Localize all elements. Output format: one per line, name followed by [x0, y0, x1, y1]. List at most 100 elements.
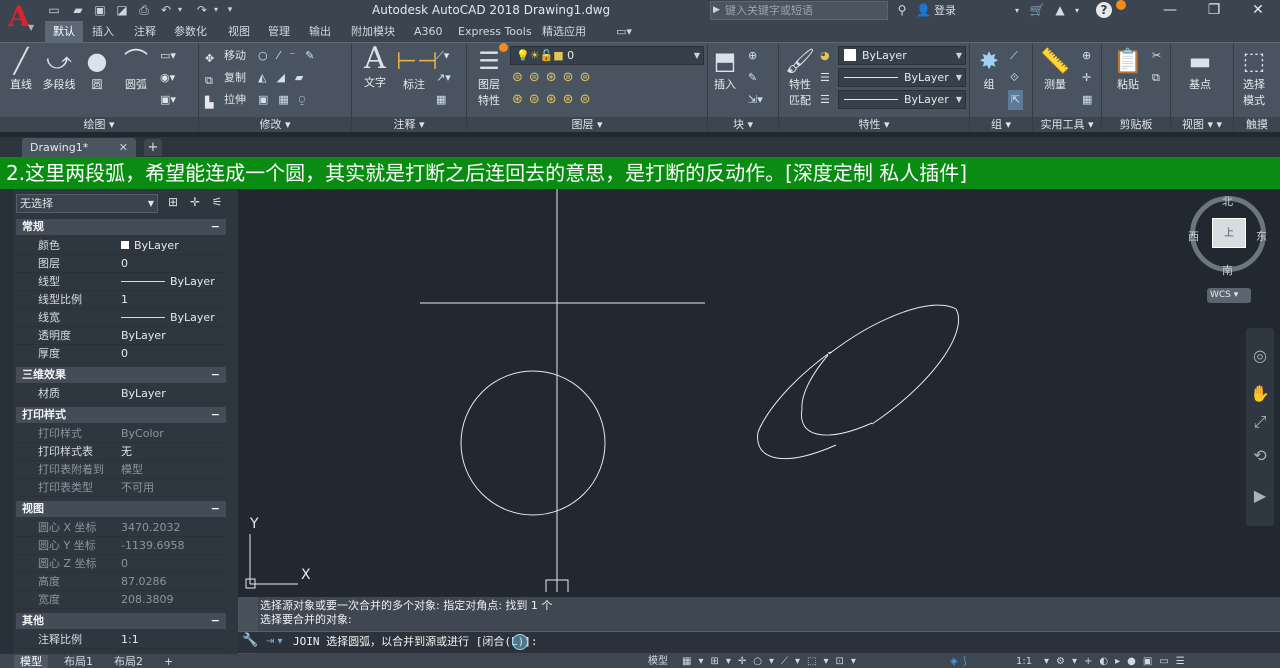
ellipse-arc-lower-left[interactable]	[801, 354, 829, 410]
property-row[interactable]: 高度 87.0286	[16, 573, 226, 591]
color-dropdown[interactable]: ByLayer ▼	[838, 46, 966, 65]
user-icon[interactable]: 👤	[916, 2, 931, 19]
insert-block-button[interactable]: ⬒ 插入	[708, 46, 742, 92]
property-row[interactable]: 图层 0	[16, 255, 226, 273]
command-prompt[interactable]: JOIN 选择圆弧，以合并到源或进行 [闭合(L)]:	[293, 632, 537, 652]
select-mode-button[interactable]: ⬚ 选择 模式	[1236, 46, 1272, 108]
rectangle-icon[interactable]: ▭▾	[160, 46, 176, 66]
layout-tab-layout2[interactable]: 布局2	[108, 655, 149, 668]
edit-block-icon[interactable]: ✎	[748, 68, 757, 88]
property-row[interactable]: 厚度 0	[16, 345, 226, 363]
property-row[interactable]: 圆心 Y 坐标 -1139.6958	[16, 537, 226, 555]
circle-button[interactable]: ● 圆	[80, 46, 114, 92]
ellipse-arc-bottom[interactable]	[757, 431, 837, 460]
property-value-cell[interactable]: ByLayer	[121, 327, 166, 345]
base-view-button[interactable]: ▬ 基点	[1182, 46, 1218, 92]
property-value-cell[interactable]: 0	[121, 555, 128, 573]
paste-button[interactable]: 📋 粘贴	[1110, 46, 1146, 92]
cart-icon[interactable]: 🛒	[1028, 2, 1046, 19]
annotation-scale[interactable]: 1:1	[1016, 655, 1032, 668]
property-row[interactable]: 注释比例 1:1	[16, 631, 226, 649]
group-button[interactable]: ✸ 组	[974, 46, 1004, 92]
new-file-icon[interactable]: ▭	[46, 2, 62, 18]
line-button[interactable]: ╱ 直线	[4, 46, 38, 92]
compass-north[interactable]: 北	[1222, 193, 1233, 209]
group-edit-icon[interactable]: ⟐	[1010, 68, 1019, 88]
drafting-tools-row[interactable]: ▦▾⊞▾✛○▾⟋▾⬚▾⊡▾	[682, 655, 863, 668]
measure-button[interactable]: 📏 测量	[1038, 46, 1072, 92]
new-layout-button[interactable]: +	[158, 655, 179, 668]
login-button[interactable]: 登录	[934, 2, 956, 19]
layers-panel-label[interactable]: 图层 ▾	[467, 117, 707, 132]
drawing-canvas[interactable]	[238, 189, 1280, 597]
customize-quick-access-icon[interactable]: ▾	[224, 2, 236, 18]
property-value-cell[interactable]: 1	[121, 291, 128, 309]
property-value-cell[interactable]: ByLayer	[121, 309, 215, 327]
mirror-fillet-array-row[interactable]: ◭◢▰	[258, 68, 313, 88]
property-row[interactable]: 颜色 ByLayer	[16, 237, 226, 255]
calculator-icon[interactable]: ▦	[1082, 90, 1092, 110]
command-prompt-icon[interactable]: ⇥ ▾	[266, 636, 283, 647]
maximize-icon[interactable]: ❐	[1192, 0, 1236, 21]
tab-manage[interactable]: 管理	[260, 21, 298, 42]
properties-panel-label[interactable]: 特性 ▾	[779, 117, 969, 132]
copy-button[interactable]: ⧉ 复制	[205, 68, 246, 88]
utilities-panel-label[interactable]: 实用工具 ▾	[1033, 117, 1101, 132]
new-tab-button[interactable]: +	[144, 139, 162, 156]
layer-tools-row-2[interactable]: ⊛⊜⊛⊛⊜	[512, 91, 596, 109]
multileader-icon[interactable]: ↗▾	[436, 68, 451, 88]
rotate-trim-erase-row[interactable]: ○⁄⁻✎	[258, 46, 324, 66]
properties-section-header[interactable]: 其他 −	[16, 613, 226, 629]
leader-icon[interactable]: ⟋▾	[436, 46, 449, 66]
print-icon[interactable]: ⎙	[136, 2, 152, 18]
application-menu-button[interactable]: A ▼	[0, 0, 38, 42]
layer-properties-button[interactable]: ☰ 图层 特性	[472, 46, 506, 108]
touch-panel-label[interactable]: 触摸	[1234, 117, 1280, 132]
property-value-cell[interactable]: -1139.6958	[121, 537, 184, 555]
block-attributes-icon[interactable]: ⇲▾	[748, 90, 763, 110]
property-row[interactable]: 线型比例 1	[16, 291, 226, 309]
ellipse-arc-left[interactable]	[757, 353, 829, 433]
help-icon[interactable]: ?	[1096, 2, 1112, 18]
property-row[interactable]: 圆心 Z 坐标 0	[16, 555, 226, 573]
tab-view[interactable]: 视图	[220, 21, 258, 42]
modify-panel-label[interactable]: 修改 ▾	[199, 117, 351, 132]
property-value-cell[interactable]: ByLayer	[121, 237, 179, 255]
clipboard-panel-label[interactable]: 剪贴板	[1102, 117, 1170, 132]
save-icon[interactable]: ▣	[92, 2, 108, 18]
selection-dropdown[interactable]: 无选择 ▼	[16, 194, 158, 213]
circle-object[interactable]	[460, 370, 606, 516]
document-tab-drawing1[interactable]: Drawing1* ✕	[22, 138, 136, 157]
property-value-cell[interactable]: ByColor	[121, 425, 164, 443]
tab-express-tools[interactable]: Express Tools	[450, 21, 540, 42]
customize-wrench-icon[interactable]: 🔧	[242, 633, 258, 648]
compass-east[interactable]: 东	[1256, 228, 1267, 244]
scale-array-offset-row[interactable]: ▣▦⍜	[258, 90, 315, 110]
color-wheel-icon[interactable]: ◕	[820, 46, 830, 66]
ellipse-arc-upper[interactable]	[828, 304, 957, 355]
cut-icon[interactable]: ✂	[1152, 46, 1161, 66]
tab-insert[interactable]: 插入	[84, 21, 122, 42]
tab-annotate[interactable]: 注释	[126, 21, 164, 42]
layout-tab-layout1[interactable]: 布局1	[58, 655, 99, 668]
collapse-icon[interactable]: −	[211, 501, 220, 517]
close-icon[interactable]: ✕	[1236, 0, 1280, 21]
property-row[interactable]: 打印表附着到 模型	[16, 461, 226, 479]
property-row[interactable]: 打印表类型 不可用	[16, 479, 226, 497]
quick-select-icon[interactable]: ⚟	[208, 195, 226, 213]
property-value-cell[interactable]: 208.3809	[121, 591, 174, 609]
property-value-cell[interactable]: ByLayer	[121, 273, 215, 291]
properties-section-header[interactable]: 常规 −	[16, 219, 226, 235]
linetype-dropdown[interactable]: ByLayer ▼	[838, 68, 966, 87]
tab-addins[interactable]: 附加模块	[343, 21, 403, 42]
move-button[interactable]: ✥ 移动	[205, 46, 246, 66]
match-properties-button[interactable]: 🖌 特性 匹配	[784, 46, 816, 108]
model-space-button[interactable]: 模型	[648, 655, 668, 668]
select-objects-icon[interactable]: ✛	[186, 195, 204, 213]
redo-icon[interactable]: ↷	[194, 2, 210, 18]
property-value-cell[interactable]: 无	[121, 443, 132, 461]
annotation-visibility-icons[interactable]: ◈⟆	[950, 655, 972, 668]
pan-hand-icon[interactable]: ✋	[1248, 382, 1272, 406]
wcs-menu[interactable]: WCS ▾	[1207, 288, 1251, 303]
search-input[interactable]: ▶ 键入关键字或短语	[710, 1, 888, 20]
